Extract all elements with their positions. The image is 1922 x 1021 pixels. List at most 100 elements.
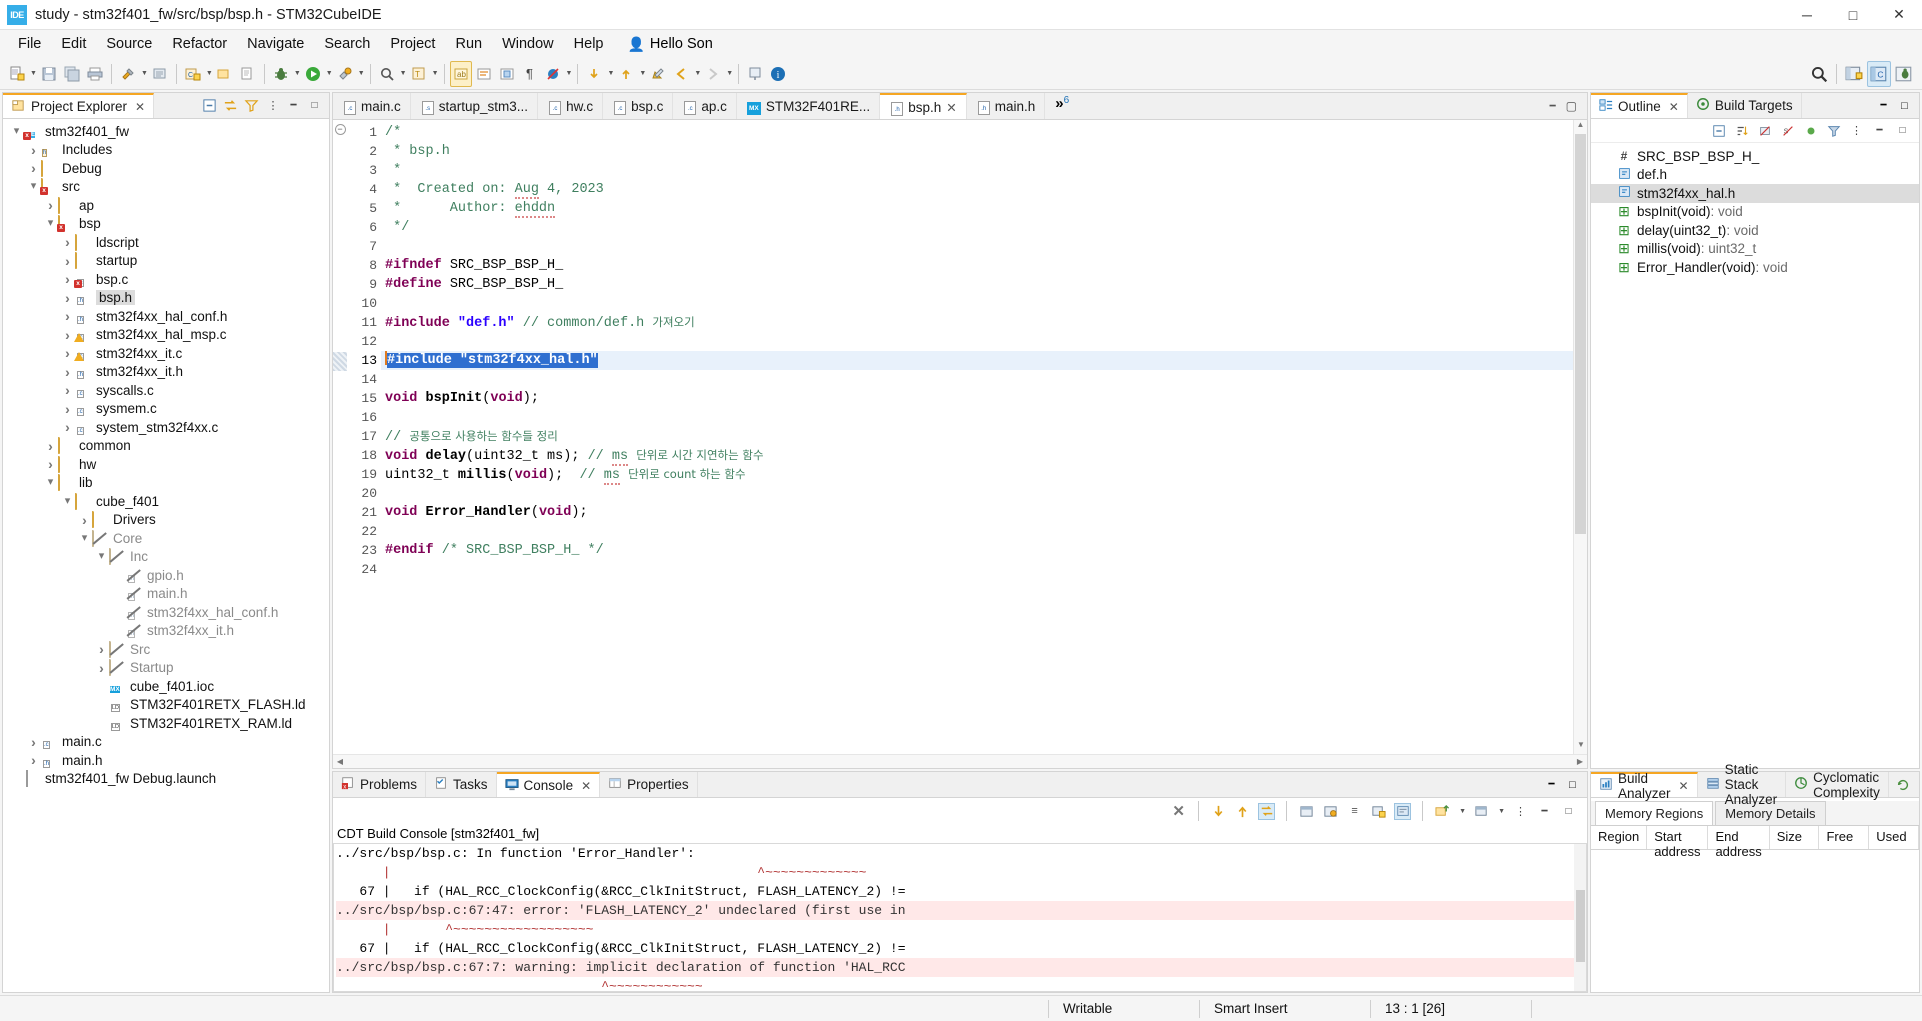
chevron-right-icon[interactable] [60, 235, 75, 249]
code-line[interactable]: */ [381, 218, 1587, 237]
editor-tab-main-c[interactable]: .c main.c [333, 93, 411, 119]
code-line[interactable]: #include "stm32f4xx_hal.h" [381, 351, 1587, 370]
editor-tab-startup-stm3-[interactable]: .s startup_stm3... [410, 93, 539, 119]
chevron-right-icon[interactable] [60, 272, 75, 286]
maximize-icon[interactable]: ▢ [1566, 99, 1577, 113]
subtab-memory-regions[interactable]: Memory Regions [1595, 801, 1714, 825]
column-header-size[interactable]: Size [1770, 826, 1820, 849]
previous-annotation-dropdown-icon[interactable]: ▼ [639, 70, 646, 77]
code-line[interactable]: * bsp.h [381, 142, 1587, 161]
chevron-down-icon[interactable] [9, 126, 24, 137]
code-line[interactable]: /* [381, 123, 1587, 142]
code-line[interactable]: * [381, 161, 1587, 180]
tree-item-ldscript[interactable]: ldscript [3, 233, 329, 252]
minimize-button[interactable]: ─ [1784, 0, 1830, 30]
code-line[interactable]: void bspInit(void); [381, 389, 1587, 408]
external-tools-dropdown-icon[interactable]: ▼ [358, 70, 365, 77]
collapse-all-icon[interactable] [1710, 122, 1727, 139]
tree-item-stm32f401-fw[interactable]: IDExstm32f401_fw [3, 122, 329, 141]
close-icon[interactable]: ✕ [1679, 779, 1689, 793]
build-dropdown-icon[interactable]: ▼ [141, 70, 148, 77]
console-scroll-thumb[interactable] [1576, 890, 1585, 962]
perspective-c-icon[interactable]: C [1867, 60, 1891, 87]
menu-help[interactable]: Help [564, 32, 614, 56]
console-output[interactable]: ../src/bsp/bsp.c: In function 'Error_Han… [333, 843, 1587, 992]
chevron-right-icon[interactable] [26, 143, 41, 157]
save-icon[interactable] [38, 61, 60, 87]
filter-icon[interactable] [243, 97, 260, 114]
display-console-icon[interactable] [1394, 802, 1412, 820]
editor-tab-overflow[interactable]: » 6 [1045, 93, 1077, 119]
column-header-free[interactable]: Free [1819, 826, 1870, 849]
pin-editor-icon[interactable] [744, 61, 766, 87]
tree-item-main-h[interactable]: .hmain.h [3, 585, 329, 604]
tree-item-bsp-c[interactable]: .cxbsp.c [3, 270, 329, 289]
scroll-lock-down-icon[interactable] [1210, 803, 1227, 820]
open-console-dropdown-icon[interactable]: ▼ [1459, 808, 1466, 815]
build-all-icon[interactable] [149, 61, 171, 87]
code-area[interactable]: − 1 2 3 4 5 6 7 8 9 10 11 12 13 14 15 16 17 18 19 20 21 22 23 2… [333, 120, 1587, 754]
chevron-right-icon[interactable] [26, 753, 41, 767]
tab-project-explorer[interactable]: Project Explorer ✕ [3, 93, 155, 118]
tab-build-analyzer[interactable]: Build Analyzer ✕ [1591, 771, 1698, 801]
column-header-region[interactable]: Region [1591, 826, 1648, 849]
outline-item-delay-uint32-t-[interactable]: ⊞ delay(uint32_t) : void [1591, 221, 1919, 240]
tree-item-syscalls-c[interactable]: .c syscalls.c [3, 381, 329, 400]
run-dropdown-icon[interactable]: ▼ [326, 70, 333, 77]
maximize-icon[interactable]: □ [306, 97, 323, 114]
external-tools-icon[interactable] [334, 61, 356, 87]
tab-properties[interactable]: Properties [600, 772, 698, 797]
user-account[interactable]: 👤 Hello Son [613, 36, 712, 53]
chevron-right-icon[interactable] [94, 661, 109, 675]
toggle-mark-occurrences-icon[interactable]: ab [449, 60, 472, 87]
new-dropdown-icon[interactable]: ▼ [30, 70, 37, 77]
chevron-right-icon[interactable] [43, 439, 58, 453]
tree-item-stm32f4xx-hal-msp-c[interactable]: .cstm32f4xx_hal_msp.c [3, 326, 329, 345]
outline-item-bspinit-void-[interactable]: ⊞ bspInit(void) : void [1591, 203, 1919, 222]
new-icon[interactable] [6, 61, 28, 87]
menu-project[interactable]: Project [380, 32, 445, 56]
new-source-file-icon[interactable] [237, 61, 259, 87]
show-whitespace-icon[interactable] [473, 61, 495, 87]
forward-dropdown-icon[interactable]: ▼ [726, 70, 733, 77]
minimize-icon[interactable]: ━ [1550, 101, 1556, 112]
editor-tab-ap-c[interactable]: .c ap.c [673, 93, 737, 119]
source-code[interactable]: /* * bsp.h * * Created on: Aug 4, 2023 *… [381, 120, 1587, 754]
tree-item-bsp[interactable]: xbsp [3, 215, 329, 234]
tree-item-startup[interactable]: startup [3, 252, 329, 271]
open-type-icon[interactable]: T [408, 61, 430, 87]
code-line[interactable] [381, 237, 1587, 256]
pin-console-icon[interactable] [1322, 803, 1339, 820]
table-body[interactable] [1591, 850, 1919, 992]
outline-tree[interactable]: # SRC_BSP_BSP_H_ def.h stm32f4xx_hal.h ⊞ bspI… [1591, 143, 1919, 768]
folding-margin[interactable]: − [333, 120, 347, 754]
tree-item-core[interactable]: Core [3, 529, 329, 548]
tab-static-stack-analyzer[interactable]: Static Stack Analyzer [1697, 762, 1787, 807]
chevron-down-icon[interactable] [43, 218, 58, 229]
code-line[interactable] [381, 332, 1587, 351]
tree-item-lib[interactable]: lib [3, 474, 329, 493]
chevron-down-icon[interactable] [60, 496, 75, 507]
editor-tab-bsp-c[interactable]: .c bsp.c [603, 93, 674, 119]
forward-icon[interactable] [702, 61, 724, 87]
maximize-icon[interactable]: □ [1564, 776, 1581, 793]
toggle-link-icon[interactable] [1258, 802, 1276, 820]
tree-item-inc[interactable]: Inc [3, 548, 329, 567]
tree-item-includes[interactable]: h Includes [3, 141, 329, 160]
chevron-right-icon[interactable] [43, 457, 58, 471]
minimize-icon[interactable]: ━ [1536, 803, 1553, 820]
editor-tab-stm32f401re-[interactable]: MX STM32F401RE... [736, 93, 881, 119]
code-line[interactable]: * Author: ehddn [381, 199, 1587, 218]
minimize-icon[interactable]: ━ [1875, 97, 1892, 114]
last-edit-icon[interactable] [647, 61, 669, 87]
close-icon[interactable]: ✕ [581, 779, 591, 793]
next-annotation-icon[interactable] [583, 61, 605, 87]
code-line[interactable]: void Error_Handler(void); [381, 503, 1587, 522]
chevron-right-icon[interactable] [26, 161, 41, 175]
next-annotation-dropdown-icon[interactable]: ▼ [607, 70, 614, 77]
chevron-right-icon[interactable] [77, 513, 92, 527]
build-icon[interactable] [117, 61, 139, 87]
chevron-right-icon[interactable] [60, 291, 75, 305]
refresh-icon[interactable] [1895, 776, 1912, 793]
tree-item-cube-f401[interactable]: cube_f401 [3, 492, 329, 511]
